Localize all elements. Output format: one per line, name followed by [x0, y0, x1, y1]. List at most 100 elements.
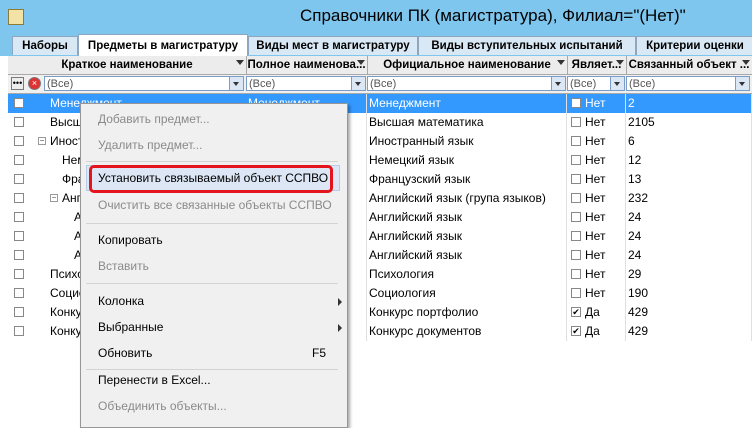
checkbox-checked-icon[interactable]: ✔ — [571, 307, 581, 317]
row-checkbox[interactable] — [14, 231, 24, 241]
cell-linked-object: 429 — [626, 303, 752, 322]
cell-official-name: Французский язык — [367, 170, 567, 189]
tab-place-types[interactable]: Виды мест в магистратуру — [248, 36, 418, 55]
app-icon — [8, 9, 24, 25]
dropdown-icon[interactable] — [351, 77, 365, 90]
tree-collapse-icon[interactable]: − — [38, 137, 46, 145]
row-checkbox[interactable] — [14, 288, 24, 298]
cell-is-flag: ✔ Да — [567, 322, 626, 341]
cell-is-flag: Нет — [567, 246, 626, 265]
checkbox-icon[interactable] — [571, 155, 581, 165]
chevron-down-icon — [357, 60, 365, 65]
row-checkbox[interactable] — [14, 136, 24, 146]
flag-label: Нет — [585, 286, 606, 300]
cell-linked-object: 13 — [626, 170, 752, 189]
row-checkbox[interactable] — [14, 269, 24, 279]
tab-sets[interactable]: Наборы — [12, 36, 78, 55]
tab-exam-types[interactable]: Виды вступительных испытаний — [418, 36, 636, 55]
annotation-highlight-box — [89, 165, 333, 193]
flag-label: Нет — [585, 134, 606, 148]
menu-add-subject[interactable]: Добавить предмет... — [98, 112, 210, 126]
menu-paste[interactable]: Вставить — [98, 259, 149, 273]
filter-linked[interactable]: (Все) — [626, 76, 750, 91]
cell-linked-object: 12 — [626, 151, 752, 170]
row-checkbox[interactable] — [14, 193, 24, 203]
filter-short-name[interactable]: (Все) — [44, 76, 244, 91]
checkbox-icon[interactable] — [571, 288, 581, 298]
flag-label: Да — [585, 324, 600, 338]
filter-options-button[interactable]: ••• — [11, 77, 24, 90]
col-full-name[interactable]: Полное наименова... — [246, 56, 368, 74]
menu-delete-subject[interactable]: Удалить предмет... — [98, 138, 202, 152]
cell-official-name: Конкурс портфолио — [367, 303, 567, 322]
cell-linked-object: 232 — [626, 189, 752, 208]
cell-official-name: Немецкий язык — [367, 151, 567, 170]
dropdown-icon[interactable] — [551, 77, 565, 90]
cell-official-name: Английский язык (група языков) — [367, 189, 567, 208]
cell-linked-object: 29 — [626, 265, 752, 284]
menu-column[interactable]: Колонка — [98, 294, 144, 308]
checkbox-checked-icon[interactable]: ✔ — [571, 326, 581, 336]
col-official-name[interactable]: Официальное наименование — [367, 56, 568, 74]
checkbox-icon[interactable] — [571, 193, 581, 203]
flag-label: Нет — [585, 191, 606, 205]
title-bar: Справочники ПК (магистратура), Филиал="(… — [0, 0, 752, 34]
cell-official-name: Английский язык — [367, 208, 567, 227]
checkbox-icon[interactable] — [571, 250, 581, 260]
chevron-down-icon — [742, 60, 750, 65]
row-checkbox[interactable] — [14, 98, 24, 108]
row-checkbox[interactable] — [14, 212, 24, 222]
menu-export-excel[interactable]: Перенести в Excel... — [98, 373, 211, 387]
checkbox-icon[interactable] — [571, 117, 581, 127]
checkbox-icon[interactable] — [571, 212, 581, 222]
dropdown-icon[interactable] — [735, 77, 749, 90]
menu-selected[interactable]: Выбранные — [98, 320, 163, 334]
cell-is-flag: Нет — [567, 151, 626, 170]
row-checkbox[interactable] — [14, 155, 24, 165]
checkbox-icon[interactable] — [571, 269, 581, 279]
dropdown-icon[interactable] — [229, 77, 243, 90]
col-linked[interactable]: Связанный объект ... — [626, 56, 752, 74]
tab-subjects[interactable]: Предметы в магистратуру — [78, 34, 248, 57]
row-checkbox[interactable] — [14, 174, 24, 184]
menu-clear-linked-objects[interactable]: Очистить все связанные объекты ССПВО — [98, 198, 332, 212]
col-is[interactable]: Являет... — [567, 56, 627, 74]
chevron-down-icon — [236, 60, 244, 65]
submenu-arrow-icon — [338, 298, 342, 306]
grid-header: Краткое наименование Полное наименова...… — [8, 56, 752, 75]
menu-copy[interactable]: Копировать — [98, 233, 163, 247]
checkbox-icon[interactable] — [571, 136, 581, 146]
cell-is-flag: Нет — [567, 94, 626, 113]
row-checkbox[interactable] — [14, 117, 24, 127]
clear-filter-icon[interactable]: × — [28, 77, 41, 90]
cell-official-name: Психология — [367, 265, 567, 284]
cell-official-name: Иностранный язык — [367, 132, 567, 151]
menu-merge-objects[interactable]: Объединить объекты... — [98, 399, 227, 413]
filter-full-name[interactable]: (Все) — [246, 76, 366, 91]
cell-is-flag: Нет — [567, 265, 626, 284]
flag-label: Нет — [585, 115, 606, 129]
tree-collapse-icon[interactable]: − — [50, 194, 58, 202]
menu-refresh[interactable]: Обновить F5 — [98, 346, 326, 360]
dropdown-icon[interactable] — [610, 77, 624, 90]
tab-criteria[interactable]: Критерии оценки — [636, 36, 752, 55]
cell-official-name: Высшая математика — [367, 113, 567, 132]
cell-is-flag: Нет — [567, 227, 626, 246]
filter-official-name[interactable]: (Все) — [367, 76, 566, 91]
flag-label: Нет — [585, 248, 606, 262]
row-checkbox[interactable] — [14, 326, 24, 336]
cell-linked-object: 24 — [626, 246, 752, 265]
row-checkbox[interactable] — [14, 307, 24, 317]
checkbox-icon[interactable] — [571, 98, 581, 108]
row-checkbox[interactable] — [14, 250, 24, 260]
cell-is-flag: Нет — [567, 284, 626, 303]
flag-label: Нет — [585, 172, 606, 186]
filter-is[interactable]: (Все) — [567, 76, 625, 91]
checkbox-icon[interactable] — [571, 174, 581, 184]
context-menu: Добавить предмет... Удалить предмет... У… — [80, 103, 348, 428]
cell-linked-object: 6 — [626, 132, 752, 151]
cell-official-name: Английский язык — [367, 246, 567, 265]
cell-linked-object: 429 — [626, 322, 752, 341]
col-short-name[interactable]: Краткое наименование — [8, 56, 247, 74]
checkbox-icon[interactable] — [571, 231, 581, 241]
